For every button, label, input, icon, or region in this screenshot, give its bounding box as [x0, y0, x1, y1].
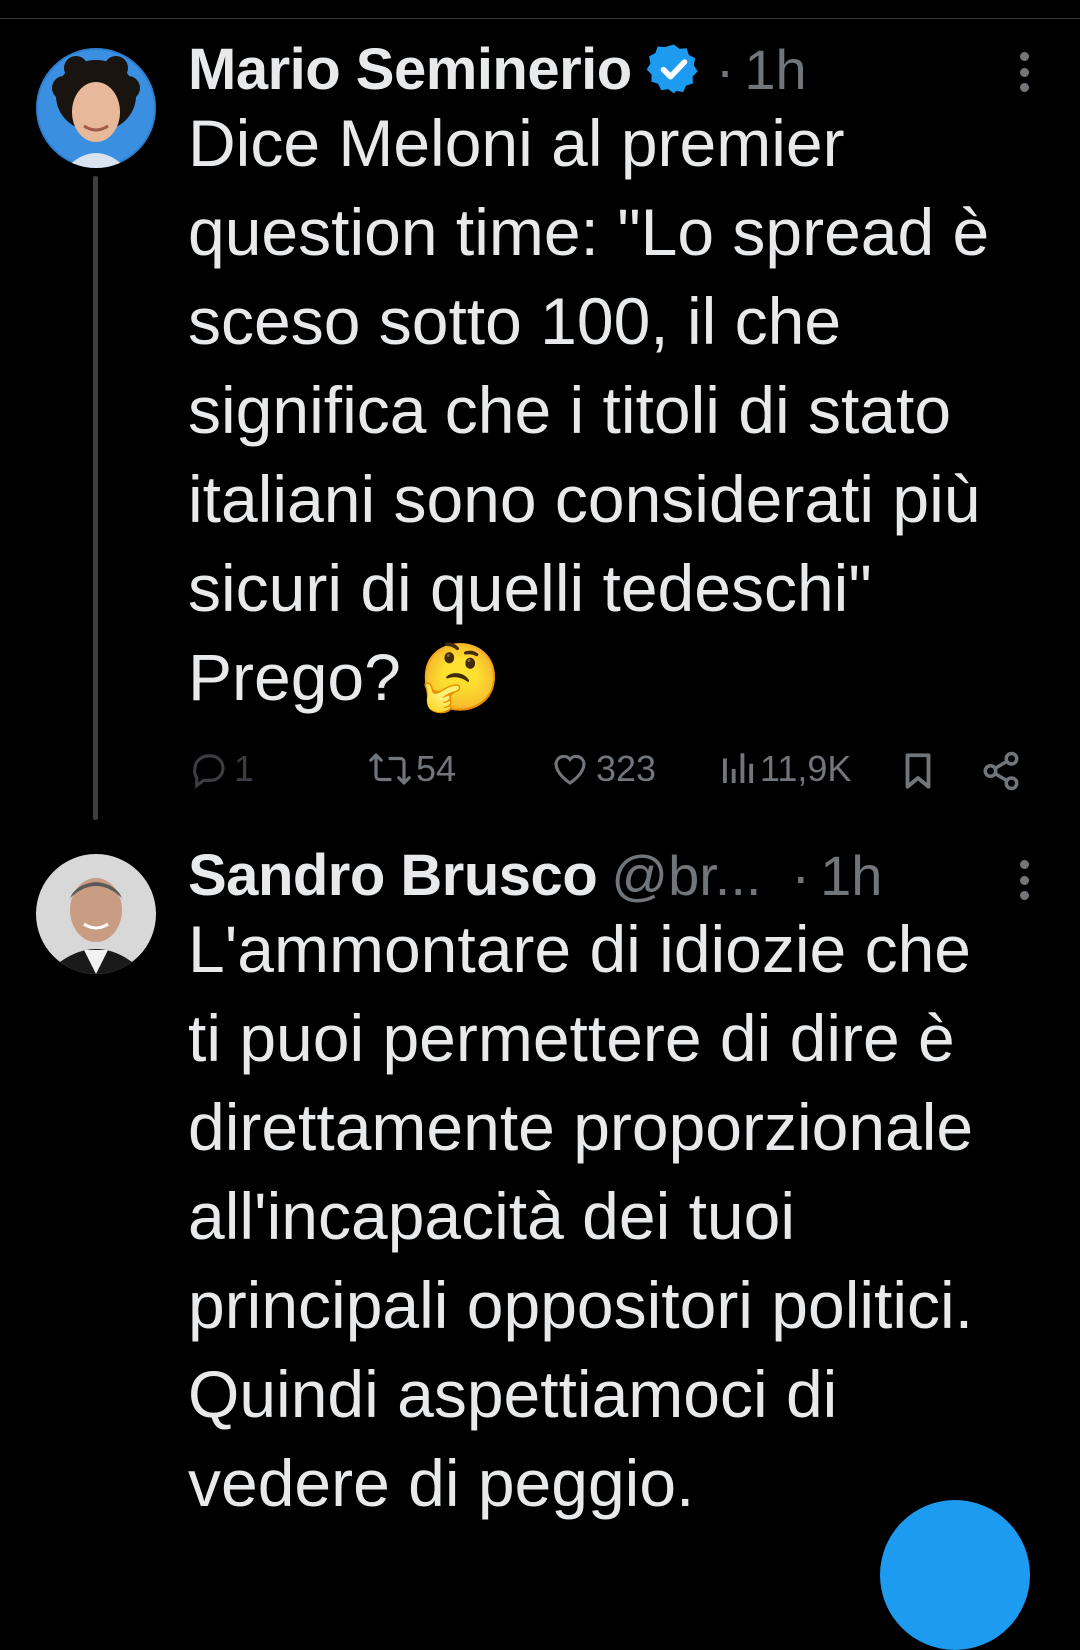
- avatar-mario-seminerio[interactable]: [36, 48, 156, 168]
- views-chart-icon: [723, 753, 754, 783]
- retweet-icon: [369, 753, 411, 785]
- retweet-count: 54: [416, 748, 457, 789]
- views-button[interactable]: 11,9K: [718, 748, 851, 790]
- thread-connector-line: [93, 176, 98, 820]
- author-name[interactable]: Mario Seminerio: [188, 36, 632, 103]
- retweet-button[interactable]: 54: [366, 748, 456, 790]
- reply-count: 1: [234, 748, 255, 789]
- author-name[interactable]: Sandro Brusco: [188, 842, 598, 909]
- separator-dot: ·: [715, 37, 735, 101]
- verified-badge-icon: [646, 44, 698, 94]
- timestamp[interactable]: 1h: [744, 37, 806, 102]
- author-handle[interactable]: @br...: [611, 843, 761, 908]
- compose-button[interactable]: [880, 1500, 1030, 1650]
- separator-dot: ·: [791, 843, 811, 907]
- like-count: 323: [596, 748, 657, 789]
- tweet-header: Sandro Brusco @br... · 1h: [188, 840, 1040, 910]
- share-button[interactable]: [980, 750, 1022, 792]
- share-icon: [983, 751, 1019, 791]
- bookmark-button[interactable]: [900, 750, 936, 792]
- tweet-actions: 1 54 323 11,9K: [188, 742, 1038, 802]
- reply-button[interactable]: 1: [188, 748, 254, 790]
- tweet-text: L'ammontare di idiozie che ti puoi perme…: [188, 912, 974, 1520]
- like-button[interactable]: 323: [548, 748, 656, 790]
- timestamp[interactable]: 1h: [820, 843, 882, 908]
- more-options-icon[interactable]: [1020, 52, 1034, 92]
- tweet-mario-seminerio[interactable]: Mario Seminerio · 1h Dice Meloni al prem…: [0, 0, 1080, 840]
- heart-icon: [554, 754, 586, 785]
- bookmark-icon: [905, 753, 931, 789]
- tweet-header: Mario Seminerio · 1h: [188, 34, 1040, 104]
- tweet-sandro-brusco[interactable]: Sandro Brusco @br... · 1h L'ammontare di…: [0, 840, 1080, 1536]
- avatar-sandro-brusco[interactable]: [36, 854, 156, 974]
- view-count: 11,9K: [760, 748, 852, 789]
- reply-icon: [193, 754, 225, 789]
- tweet-text: Dice Meloni al premier question time: "L…: [188, 106, 990, 714]
- more-options-icon[interactable]: [1020, 860, 1034, 900]
